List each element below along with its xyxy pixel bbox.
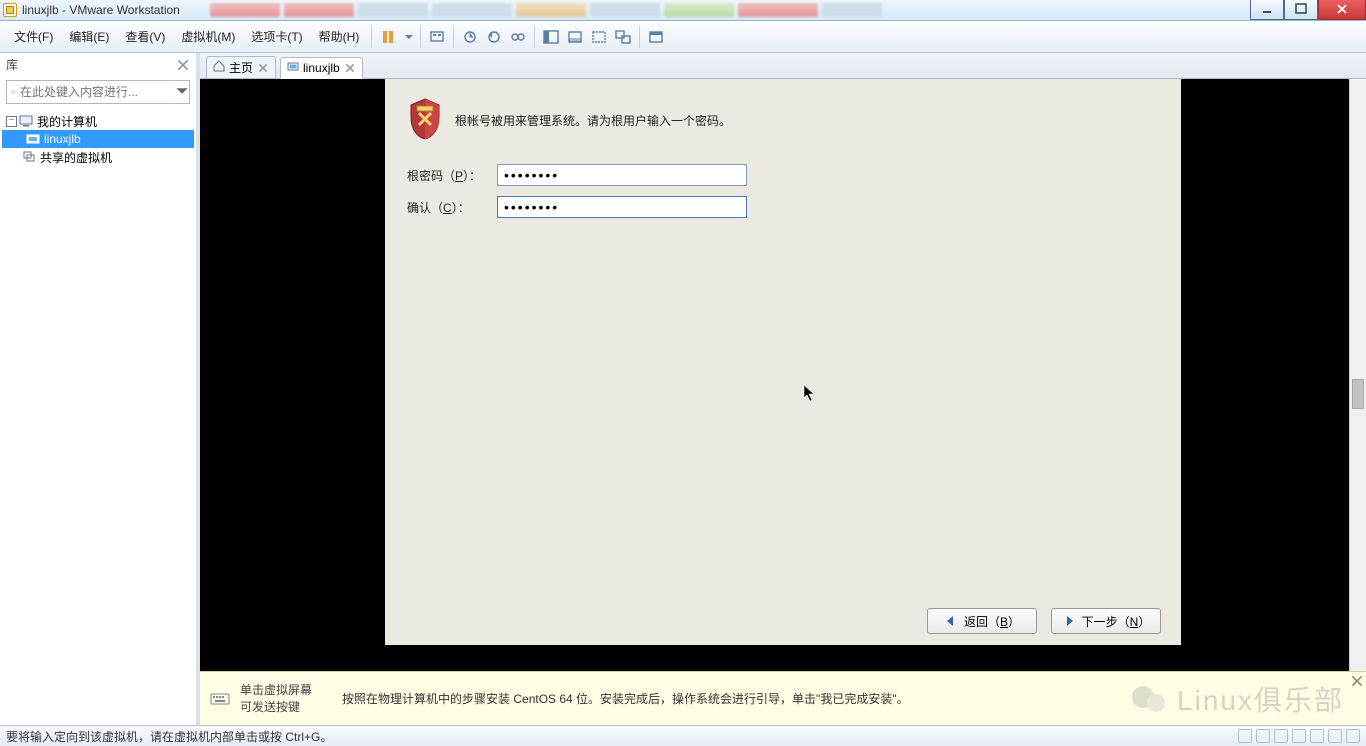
- toolbar-separator: [420, 26, 421, 48]
- device-icon[interactable]: [1328, 729, 1342, 743]
- menu-tabs[interactable]: 选项卡(T): [243, 24, 310, 49]
- mouse-cursor-icon: [803, 384, 817, 402]
- view-fullscreen-button[interactable]: [587, 25, 611, 49]
- tree-label: 我的计算机: [35, 113, 99, 130]
- window-minimize-button[interactable]: [1250, 0, 1284, 20]
- sidebar-title: 库: [6, 56, 18, 73]
- tree-collapse-icon[interactable]: −: [6, 116, 17, 127]
- console-black-border: [1198, 79, 1366, 671]
- view-thumbnail-button[interactable]: [563, 25, 587, 49]
- banner-body-text: 按照在物理计算机中的步骤安装 CentOS 64 位。安装完成后，操作系统会进行…: [342, 690, 909, 707]
- root-password-form: 根密码（P）： 确认（C）：: [407, 164, 1159, 218]
- tab-close-button[interactable]: [344, 62, 356, 74]
- toolbar-separator: [453, 26, 454, 48]
- sidebar-close-button[interactable]: [176, 58, 190, 72]
- banner-lead-line2: 可发送按键: [240, 699, 312, 716]
- status-text: 要将输入定向到该虚拟机，请在虚拟机内部单击或按 Ctrl+G。: [6, 728, 332, 745]
- vm-pause-button[interactable]: [376, 25, 400, 49]
- taskbar-background-tabs: [210, 3, 1250, 17]
- vm-power-dropdown[interactable]: [402, 25, 416, 49]
- back-button-label: 返回（B）: [964, 613, 1020, 630]
- watermark: Linux俱乐部: [1129, 672, 1344, 725]
- window-controls: [1250, 0, 1366, 21]
- workspace-tabstrip: 主页 linuxjlb: [200, 53, 1366, 79]
- device-icon[interactable]: [1238, 729, 1252, 743]
- menu-file[interactable]: 文件(F): [6, 24, 61, 49]
- vm-icon: [287, 61, 299, 76]
- vm-icon: [26, 132, 40, 146]
- content-area: 主页 linuxjlb: [200, 53, 1366, 725]
- device-icon[interactable]: [1256, 729, 1270, 743]
- tab-label: linuxjlb: [303, 61, 340, 75]
- menu-vm[interactable]: 虚拟机(M): [173, 24, 243, 49]
- window-close-button[interactable]: [1318, 0, 1366, 20]
- easy-install-banner: 单击虚拟屏幕 可发送按键 按照在物理计算机中的步骤安装 CentOS 64 位。…: [200, 671, 1366, 725]
- scrollbar-thumb[interactable]: [1352, 379, 1364, 409]
- view-console-button[interactable]: [539, 25, 563, 49]
- window-title: linuxjlb - VMware Workstation: [22, 3, 180, 17]
- library-search-input[interactable]: [20, 81, 175, 103]
- tree-label: 共享的虚拟机: [38, 149, 114, 166]
- device-icon[interactable]: [1346, 729, 1360, 743]
- search-dropdown-icon[interactable]: [175, 84, 185, 101]
- banner-close-button[interactable]: [1350, 674, 1364, 688]
- menu-help[interactable]: 帮助(H): [311, 24, 368, 49]
- back-button[interactable]: 返回（B）: [927, 608, 1037, 634]
- device-icon[interactable]: [1310, 729, 1324, 743]
- view-library-button[interactable]: [644, 25, 668, 49]
- shared-vm-icon: [22, 150, 36, 164]
- root-password-input[interactable]: [497, 164, 747, 186]
- computer-icon: [19, 114, 33, 128]
- keyboard-icon: [210, 688, 230, 709]
- app-icon: [3, 3, 17, 17]
- toolbar-separator: [371, 26, 372, 48]
- library-sidebar: 库 − 我的计算机: [0, 53, 200, 725]
- device-icon[interactable]: [1292, 729, 1306, 743]
- confirm-password-label: 确认（C）：: [407, 199, 497, 216]
- home-icon: [213, 60, 225, 75]
- installer-caption: 根帐号被用来管理系统。请为根用户输入一个密码。: [455, 112, 731, 129]
- send-ctrl-alt-del-button[interactable]: [425, 25, 449, 49]
- watermark-text: Linux俱乐部: [1177, 679, 1344, 719]
- root-password-label: 根密码（P）：: [407, 167, 497, 184]
- banner-lead-line1: 单击虚拟屏幕: [240, 682, 312, 699]
- tree-label: linuxjlb: [42, 132, 83, 146]
- tree-row-shared-vms[interactable]: 共享的虚拟机: [2, 148, 194, 166]
- tab-home[interactable]: 主页: [206, 56, 276, 78]
- status-device-icons: [1238, 729, 1360, 743]
- arrow-right-icon: [1062, 614, 1076, 628]
- arrow-left-icon: [944, 614, 958, 628]
- confirm-password-input[interactable]: [497, 196, 747, 218]
- tree-row-my-computer[interactable]: − 我的计算机: [2, 112, 194, 130]
- menubar: 文件(F) 编辑(E) 查看(V) 虚拟机(M) 选项卡(T) 帮助(H): [0, 21, 1366, 53]
- library-search-box[interactable]: [6, 80, 190, 104]
- next-button-label: 下一步（N）: [1082, 613, 1151, 630]
- toolbar-separator: [639, 26, 640, 48]
- tab-label: 主页: [229, 59, 253, 76]
- statusbar: 要将输入定向到该虚拟机，请在虚拟机内部单击或按 Ctrl+G。: [0, 725, 1366, 746]
- window-titlebar: linuxjlb - VMware Workstation: [0, 0, 1366, 21]
- snapshot-manager-button[interactable]: [506, 25, 530, 49]
- snapshot-take-button[interactable]: [458, 25, 482, 49]
- menu-edit[interactable]: 编辑(E): [61, 24, 117, 49]
- next-button[interactable]: 下一步（N）: [1051, 608, 1161, 634]
- wechat-icon: [1129, 683, 1169, 715]
- search-icon: [11, 85, 16, 99]
- shield-icon: [407, 97, 443, 144]
- tab-close-button[interactable]: [257, 62, 269, 74]
- device-icon[interactable]: [1274, 729, 1288, 743]
- vertical-scrollbar[interactable]: [1349, 79, 1366, 671]
- tab-linuxjlb[interactable]: linuxjlb: [280, 57, 363, 79]
- snapshot-revert-button[interactable]: [482, 25, 506, 49]
- tree-row-linuxjlb[interactable]: linuxjlb: [2, 130, 194, 148]
- library-tree: − 我的计算机 linuxjlb 共享的虚拟机: [0, 108, 196, 725]
- view-unity-button[interactable]: [611, 25, 635, 49]
- vm-console-view[interactable]: 根帐号被用来管理系统。请为根用户输入一个密码。 根密码（P）： 确认（C）：: [200, 79, 1366, 671]
- window-maximize-button[interactable]: [1284, 0, 1318, 20]
- centos-installer-window: 根帐号被用来管理系统。请为根用户输入一个密码。 根密码（P）： 确认（C）：: [385, 79, 1181, 645]
- banner-lead-text: 单击虚拟屏幕 可发送按键: [240, 682, 312, 716]
- menu-view[interactable]: 查看(V): [117, 24, 173, 49]
- toolbar-separator: [534, 26, 535, 48]
